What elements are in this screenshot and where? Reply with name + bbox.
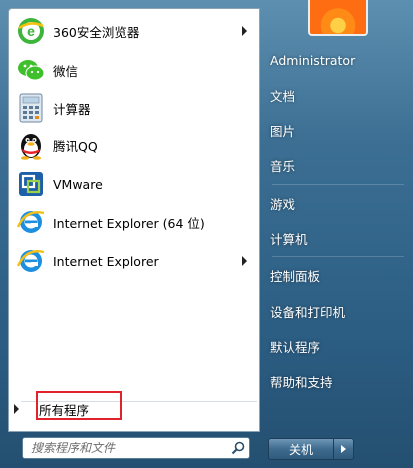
- right-item-music[interactable]: 音乐: [270, 150, 410, 180]
- search-icon[interactable]: [227, 438, 249, 458]
- program-wechat[interactable]: 微信: [11, 52, 259, 88]
- program-label: 腾讯QQ: [53, 138, 98, 154]
- search-area: [8, 432, 260, 468]
- right-item-computer[interactable]: 计算机: [270, 223, 410, 253]
- user-avatar[interactable]: [308, 0, 368, 36]
- shutdown-group: 关机: [268, 438, 356, 460]
- right-item-default-programs[interactable]: 默认程序: [270, 331, 410, 361]
- right-item-documents[interactable]: 文档: [270, 80, 410, 110]
- right-item-control-panel[interactable]: 控制面板: [270, 260, 410, 290]
- program-label: Internet Explorer (64 位): [53, 215, 205, 231]
- chevron-right-icon: [341, 445, 346, 453]
- program-label: 360安全浏览器: [53, 24, 140, 40]
- program-360-browser[interactable]: e 360安全浏览器: [11, 13, 259, 49]
- qq-penguin-icon: [15, 129, 47, 161]
- svg-text:e: e: [27, 23, 35, 39]
- program-vmware[interactable]: VMware: [11, 166, 259, 202]
- right-item-user[interactable]: Administrator: [270, 45, 410, 75]
- right-item-devices-printers[interactable]: 设备和打印机: [270, 296, 410, 326]
- program-label: 计算器: [53, 101, 91, 117]
- internet-explorer-icon: [15, 245, 47, 277]
- program-ie-64[interactable]: Internet Explorer (64 位): [11, 204, 259, 240]
- search-box[interactable]: [22, 437, 250, 459]
- program-qq[interactable]: 腾讯QQ: [11, 127, 259, 163]
- program-label: 微信: [53, 63, 79, 79]
- right-item-games[interactable]: 游戏: [270, 188, 410, 218]
- programs-panel: e 360安全浏览器 微信 计算器 腾讯QQ VMware Internet E…: [8, 8, 260, 432]
- wechat-icon: [15, 54, 47, 86]
- calculator-icon: [15, 92, 47, 124]
- submenu-arrow-icon[interactable]: [242, 256, 247, 266]
- highlight-annotation: [36, 391, 122, 420]
- shutdown-button[interactable]: 关机: [268, 438, 334, 460]
- 360-browser-icon: e: [15, 15, 47, 47]
- submenu-arrow-icon[interactable]: [242, 26, 247, 36]
- start-menu: e 360安全浏览器 微信 计算器 腾讯QQ VMware Internet E…: [0, 0, 413, 468]
- right-item-help-support[interactable]: 帮助和支持: [270, 366, 410, 396]
- program-label: Internet Explorer: [53, 253, 159, 269]
- search-input[interactable]: [23, 441, 227, 455]
- divider: [272, 184, 404, 185]
- chevron-right-icon: [14, 404, 19, 414]
- internet-explorer-icon: [15, 206, 47, 238]
- divider: [272, 256, 404, 257]
- vmware-icon: [15, 168, 47, 200]
- right-item-pictures[interactable]: 图片: [270, 115, 410, 145]
- shutdown-options-button[interactable]: [334, 438, 354, 460]
- program-calculator[interactable]: 计算器: [11, 90, 259, 126]
- program-label: VMware: [53, 176, 103, 192]
- program-ie[interactable]: Internet Explorer: [11, 243, 259, 279]
- right-panel: Administrator 文档 图片 音乐 游戏 计算机 控制面板 设备和打印…: [262, 0, 413, 468]
